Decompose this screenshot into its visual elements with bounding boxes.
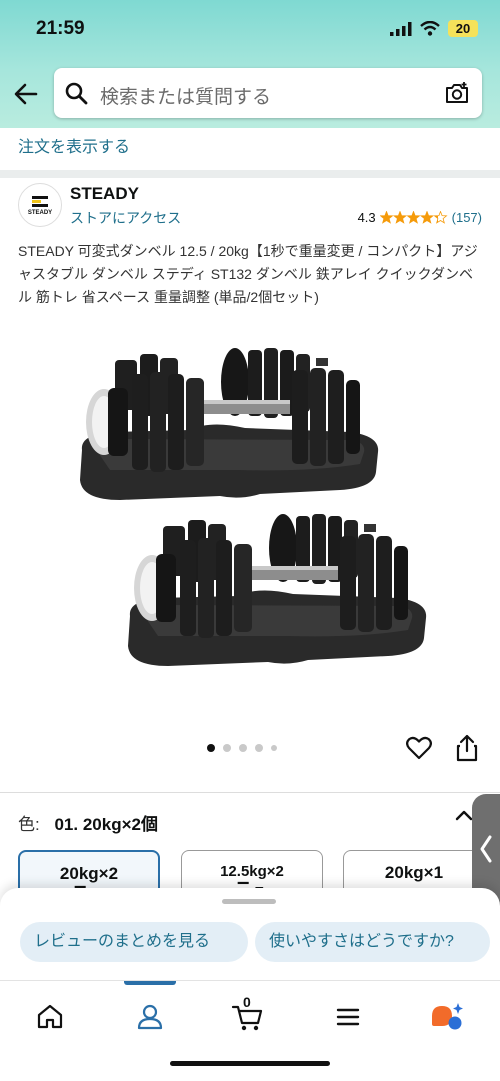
show-orders-link[interactable]: 注文を表示する [18, 133, 130, 157]
divider [0, 792, 500, 793]
section-divider [0, 170, 500, 178]
nav-home[interactable] [30, 997, 70, 1037]
home-indicator [170, 1061, 330, 1066]
status-time: 21:59 [36, 18, 85, 39]
home-icon [37, 1004, 63, 1029]
variant-label: 20kg×1 [384, 863, 444, 882]
chevron-up-icon[interactable] [454, 808, 474, 822]
rating-count[interactable]: (157) [452, 210, 482, 225]
variant-label: 20kg×2 [59, 864, 119, 883]
cart-count: 0 [243, 994, 251, 1010]
color-value: 01. 20kg×2個 [54, 815, 158, 834]
color-selection: 色: 01. 20kg×2個 [18, 810, 158, 835]
battery-indicator: 20 [448, 20, 478, 37]
nav-cart[interactable]: 0 [228, 994, 268, 1037]
header: 21:59 20 検索または質問する [0, 0, 500, 128]
search-input[interactable]: 検索または質問する [100, 82, 271, 109]
color-label: 色: [18, 815, 40, 834]
arrow-left-icon[interactable] [12, 80, 40, 108]
rating-star [392, 211, 407, 224]
brand-logo-text: STEADY [27, 210, 53, 216]
brand-name[interactable]: STEADY [70, 184, 139, 204]
dumbbell-bottom-illustration [128, 514, 427, 666]
search-bar[interactable]: 検索または質問する [54, 68, 482, 118]
brand-logo[interactable]: STEADY [18, 183, 62, 227]
nav-assistant[interactable] [428, 997, 468, 1037]
rating-star [433, 211, 448, 224]
search-icon [65, 82, 88, 105]
nav-account[interactable] [124, 981, 176, 1037]
sheet-grabber[interactable] [222, 899, 276, 904]
assistant-icon [432, 1003, 463, 1030]
visit-store-link[interactable]: ストアにアクセス [70, 208, 181, 228]
rating-star [406, 211, 421, 224]
image-pagination[interactable] [207, 744, 277, 752]
pagination-dot[interactable] [271, 745, 277, 751]
account-icon [137, 1004, 163, 1030]
review-summary-chip[interactable]: レビューのまとめを見る [20, 922, 248, 962]
heart-icon[interactable] [406, 736, 432, 760]
bottom-nav: 0 [0, 980, 500, 1081]
chevron-left-icon [480, 835, 492, 863]
camera-icon[interactable] [444, 80, 470, 106]
usability-question-chip[interactable]: 使いやすさはどうですか? [255, 922, 490, 962]
bottom-sheet: レビューのまとめを見る 使いやすさはどうですか? 0 [0, 888, 500, 1081]
pagination-dot[interactable] [255, 744, 263, 752]
pagination-dot[interactable] [207, 744, 215, 752]
rating-star [379, 211, 394, 224]
pagination-dot[interactable] [223, 744, 231, 752]
menu-icon [336, 1008, 360, 1026]
dumbbell-top-illustration [80, 348, 379, 500]
star-rating-icon [379, 211, 448, 224]
orders-bar: 注文を表示する [0, 128, 500, 171]
rating-star [419, 211, 434, 224]
status-icons: 20 [390, 20, 478, 37]
signal-icon [390, 21, 412, 36]
variant-label: 12.5kg×2 [220, 863, 284, 880]
product-title: STEADY 可変式ダンベル 12.5 / 20kg【1秒で重量変更 / コンパ… [18, 243, 478, 305]
rating-value: 4.3 [357, 210, 376, 225]
rating-summary[interactable]: 4.3 (157) [358, 210, 482, 225]
share-icon[interactable] [455, 734, 479, 762]
wifi-icon [420, 21, 440, 36]
nav-menu[interactable] [328, 997, 368, 1037]
pagination-dot[interactable] [239, 744, 247, 752]
product-image[interactable] [60, 340, 430, 720]
